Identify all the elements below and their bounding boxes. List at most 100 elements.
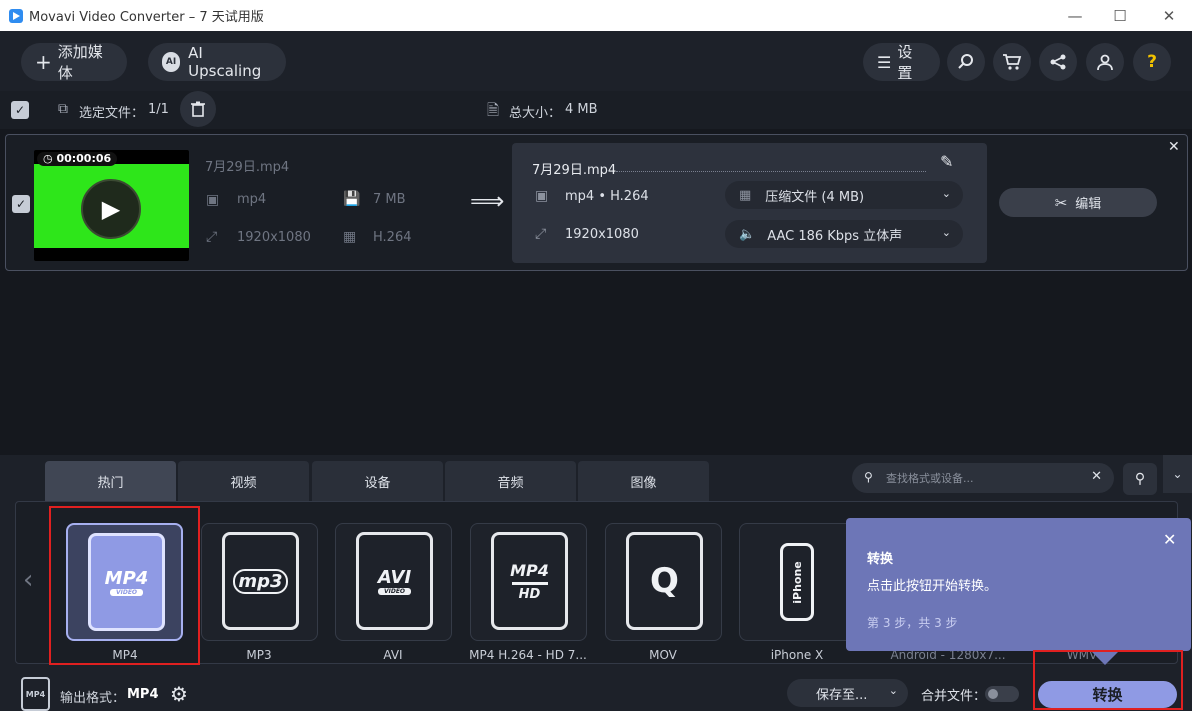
output-format: mp4 • H.264 xyxy=(565,189,649,204)
format-tile-mov[interactable]: Q xyxy=(605,523,722,641)
file-item-row[interactable]: ✓ ◷ 00:00:06 ▶ 7月29日.mp4 ▣ mp4 💾 7 MB ⤢ … xyxy=(5,134,1188,271)
mp4-highlight-box xyxy=(49,506,200,665)
collapse-panel-button[interactable]: ⌄ xyxy=(1163,455,1192,493)
format-tile-avi[interactable]: AVI VIDEO xyxy=(335,523,452,641)
ai-upscaling-button[interactable]: AI AI Upscaling xyxy=(148,43,286,81)
gear-icon[interactable]: ⚙ xyxy=(170,682,188,706)
magnifier-icon xyxy=(958,54,973,69)
merge-files-label: 合并文件： xyxy=(921,689,987,704)
mini-format-icon: MP4 xyxy=(21,677,50,711)
popup-title: 转换 xyxy=(867,552,894,567)
tab-devices[interactable]: 设备 xyxy=(312,461,443,501)
title-bar: Movavi Video Converter – 7 天试用版 — ☐ ✕ xyxy=(0,0,1192,31)
file-icon: 🗎 xyxy=(487,101,500,119)
play-button[interactable]: ▶ xyxy=(81,179,141,239)
source-size: 7 MB xyxy=(373,192,406,207)
compress-label: 压缩文件 (4 MB) xyxy=(765,189,865,205)
close-window-button[interactable]: ✕ xyxy=(1146,0,1192,31)
audio-dropdown[interactable]: 🔈 AAC 186 Kbps 立体声 ⌄ xyxy=(725,220,963,248)
sliders-icon: ☰ xyxy=(877,52,892,72)
resize-icon: ⤢ xyxy=(206,229,218,245)
format-detect-button[interactable]: ⚲ xyxy=(1123,463,1157,495)
edit-label: 编辑 xyxy=(1075,197,1102,212)
quicktime-icon-text: Q xyxy=(650,561,679,601)
convert-arrow-icon: ⟹ xyxy=(470,187,505,215)
mp3-format-icon: mp3 xyxy=(222,532,299,630)
maximize-button[interactable]: ☐ xyxy=(1097,0,1143,31)
output-resize-icon: ⤢ xyxy=(535,226,547,242)
settings-button[interactable]: ☰ 设置 xyxy=(863,43,940,82)
audio-label: AAC 186 Kbps 立体声 xyxy=(767,228,903,244)
trash-icon xyxy=(191,101,205,117)
output-resolution: 1920x1080 xyxy=(565,227,639,242)
scissors-icon: ✂ xyxy=(1054,193,1068,212)
mp3-icon-text: mp3 xyxy=(233,568,288,594)
format-tile-mp3[interactable]: mp3 xyxy=(201,523,318,641)
name-underline xyxy=(616,171,926,172)
ai-icon: AI xyxy=(162,52,181,72)
format-label-mov: MOV xyxy=(649,648,677,662)
selected-files-count: 1/1 xyxy=(148,102,169,117)
convert-label: 转换 xyxy=(1092,686,1123,704)
output-file-name[interactable]: 7月29日.mp4 xyxy=(532,159,616,178)
play-icon: ▶ xyxy=(101,195,121,223)
format-icon: ▣ xyxy=(206,192,220,208)
search-placeholder: 查找格式或设备... xyxy=(886,472,974,485)
app-window: Movavi Video Converter – 7 天试用版 — ☐ ✕ + … xyxy=(0,0,1192,711)
compress-dropdown[interactable]: ▦ 压缩文件 (4 MB) ⌄ xyxy=(725,181,963,209)
select-all-checkbox[interactable]: ✓ xyxy=(11,101,29,119)
format-label-mp4-hd: MP4 H.264 - HD 7... xyxy=(469,648,587,662)
search-tool-button[interactable] xyxy=(947,43,985,81)
mp4-hd-icon-text: MP4 xyxy=(510,560,549,580)
help-button[interactable]: ? xyxy=(1133,43,1171,81)
main-toolbar: + 添加媒体 AI AI Upscaling ☰ 设置 ? xyxy=(0,31,1192,91)
format-tile-mp4-hd[interactable]: MP4 HD xyxy=(470,523,587,641)
close-popup-icon[interactable]: ✕ xyxy=(1163,530,1176,549)
settings-label: 设置 xyxy=(897,43,913,82)
add-media-button[interactable]: + 添加媒体 xyxy=(21,43,127,82)
format-search-input[interactable]: ⚲ 查找格式或设备... ✕ xyxy=(852,463,1114,493)
format-label-mp3: MP3 xyxy=(246,648,272,662)
avi-format-icon: AVI VIDEO xyxy=(356,532,433,630)
ai-upscaling-label: AI Upscaling xyxy=(188,44,262,80)
detect-icon: ⚲ xyxy=(1134,471,1146,487)
avi-icon-text: AVI xyxy=(377,567,412,588)
minimize-button[interactable]: — xyxy=(1052,0,1098,31)
chevron-down-icon: ⌄ xyxy=(888,684,898,697)
output-format-label: 输出格式： xyxy=(60,691,126,706)
save-to-dropdown[interactable]: 保存至... ⌄ xyxy=(787,679,908,707)
app-logo-icon xyxy=(9,8,23,23)
merge-files-toggle[interactable] xyxy=(985,686,1019,702)
plus-icon: + xyxy=(35,50,52,74)
popup-step: 第 3 步，共 3 步 xyxy=(867,616,958,630)
iphone-device-icon: iPhone xyxy=(780,543,814,621)
format-tile-iphone-x[interactable]: iPhone xyxy=(739,523,856,641)
duration-text: 00:00:06 xyxy=(56,152,112,165)
search-icon: ⚲ xyxy=(864,470,873,484)
divider-bar xyxy=(511,581,548,585)
edit-button[interactable]: ✂ 编辑 xyxy=(999,188,1157,217)
delete-button[interactable] xyxy=(180,91,216,127)
quicktime-format-icon: Q xyxy=(626,532,703,630)
share-button[interactable] xyxy=(1039,43,1077,81)
scroll-left-icon[interactable]: ‹ xyxy=(23,565,33,595)
tab-images[interactable]: 图像 xyxy=(578,461,709,501)
tab-popular[interactable]: 热门 xyxy=(45,461,176,501)
tab-audio[interactable]: 音频 xyxy=(445,461,576,501)
tab-video[interactable]: 视频 xyxy=(178,461,309,501)
share-icon xyxy=(1050,54,1066,70)
remove-file-icon[interactable]: ✕ xyxy=(1168,139,1180,155)
speaker-icon: 🔈 xyxy=(739,226,756,242)
cart-icon xyxy=(1003,54,1022,70)
file-checkbox[interactable]: ✓ xyxy=(12,195,30,213)
convert-button[interactable]: 转换 xyxy=(1038,681,1177,708)
clear-search-icon[interactable]: ✕ xyxy=(1091,469,1102,484)
video-thumbnail[interactable]: ◷ 00:00:06 ▶ xyxy=(34,150,189,261)
format-label-avi: AVI xyxy=(383,648,403,662)
check-icon: ✓ xyxy=(15,197,27,211)
account-button[interactable] xyxy=(1086,43,1124,81)
mp4-hd-icon-sub: HD xyxy=(518,586,541,602)
avi-icon-sub: VIDEO xyxy=(377,588,412,595)
rename-pencil-icon[interactable]: ✎ xyxy=(940,152,953,171)
cart-button[interactable] xyxy=(993,43,1031,81)
